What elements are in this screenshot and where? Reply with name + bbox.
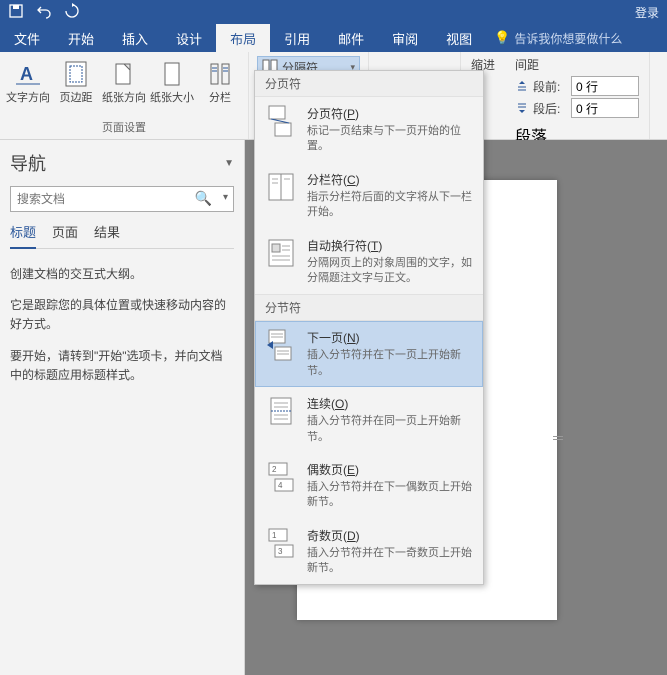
ribbon-tabs: 文件 开始 插入 设计 布局 引用 邮件 审阅 视图 💡 告诉我你想要做什么 — [0, 24, 667, 52]
item-desc: 指示分栏符后面的文字将从下一栏开始。 — [307, 190, 473, 221]
item-desc: 分隔网页上的对象周围的文字，如分隔题注文字与正文。 — [307, 256, 473, 287]
tab-review[interactable]: 审阅 — [378, 24, 432, 52]
spacing-header: 间距 — [515, 56, 639, 73]
item-title: 下一页(N) — [307, 329, 473, 346]
size-icon — [156, 58, 188, 90]
chevron-down-icon[interactable]: ▼ — [224, 158, 234, 169]
spacing-before-row: 段前: — [515, 75, 639, 97]
next-page-icon — [265, 329, 297, 361]
nav-description: 创建文档的交互式大纲。 它是跟踪您的具体位置或快速移动内容的好方式。 要开始，请… — [10, 265, 234, 397]
break-odd-page[interactable]: 13 奇数页(D) 插入分节符并在下一奇数页上开始新节。 — [255, 519, 483, 585]
tab-references[interactable]: 引用 — [270, 24, 324, 52]
nav-search: 🔍 ▾ — [10, 186, 234, 212]
tab-view[interactable]: 视图 — [432, 24, 486, 52]
break-even-page[interactable]: 24 偶数页(E) 插入分节符并在下一偶数页上开始新节。 — [255, 453, 483, 519]
odd-page-icon: 13 — [265, 527, 297, 559]
item-desc: 标记一页结束与下一页开始的位置。 — [307, 124, 473, 155]
item-desc: 插入分节符并在下一偶数页上开始新节。 — [307, 480, 473, 511]
svg-text:4: 4 — [278, 481, 283, 490]
after-label: 段后: — [533, 100, 567, 117]
item-desc: 插入分节符并在同一页上开始新节。 — [307, 414, 473, 445]
save-icon[interactable] — [8, 3, 24, 22]
item-title: 奇数页(D) — [307, 527, 473, 544]
margins-button[interactable]: 页边距 — [54, 56, 98, 117]
nav-tab-headings[interactable]: 标题 — [10, 222, 36, 249]
sign-in-label[interactable]: 登录 — [635, 4, 659, 21]
page-setup-group-label: 页面设置 — [6, 117, 242, 139]
before-label: 段前: — [533, 78, 567, 95]
bulb-icon: 💡 — [494, 30, 510, 46]
svg-text:1: 1 — [272, 531, 277, 540]
text-direction-icon: A — [12, 58, 44, 90]
nav-tabs: 标题 页面 结果 — [10, 222, 234, 249]
svg-text:A: A — [20, 64, 33, 84]
margins-icon — [60, 58, 92, 90]
break-text-wrap[interactable]: 自动换行符(T) 分隔网页上的对象周围的文字，如分隔题注文字与正文。 — [255, 229, 483, 295]
group-spacing: 间距 段前: 段后: 段落 — [505, 52, 650, 139]
spacing-after-row: 段后: — [515, 97, 639, 119]
continuous-icon — [265, 395, 297, 427]
item-title: 自动换行符(T) — [307, 237, 473, 254]
spacing-after-icon — [515, 101, 529, 115]
tab-home[interactable]: 开始 — [54, 24, 108, 52]
tell-me-label: 告诉我你想要做什么 — [514, 30, 622, 47]
item-title: 分页符(P) — [307, 105, 473, 122]
page-break-icon — [265, 105, 297, 137]
tab-layout[interactable]: 布局 — [216, 24, 270, 52]
break-continuous[interactable]: 连续(O) 插入分节符并在同一页上开始新节。 — [255, 387, 483, 453]
navigation-pane: 导航 ▼ 🔍 ▾ 标题 页面 结果 创建文档的交互式大纲。 它是跟踪您的具体位置… — [0, 140, 245, 675]
columns-icon — [204, 58, 236, 90]
item-title: 分栏符(C) — [307, 171, 473, 188]
spacing-before-input[interactable] — [571, 76, 639, 96]
dropdown-section-page-breaks: 分页符 — [255, 71, 483, 97]
columns-button[interactable]: 分栏 — [198, 56, 242, 117]
tab-mailings[interactable]: 邮件 — [324, 24, 378, 52]
item-title: 偶数页(E) — [307, 461, 473, 478]
text-direction-button[interactable]: A 文字方向 — [6, 56, 50, 117]
text-wrap-icon — [265, 237, 297, 269]
tab-insert[interactable]: 插入 — [108, 24, 162, 52]
nav-tab-pages[interactable]: 页面 — [52, 222, 78, 248]
svg-text:3: 3 — [278, 547, 283, 556]
tab-design[interactable]: 设计 — [162, 24, 216, 52]
breaks-dropdown: 分页符 分页符(P) 标记一页结束与下一页开始的位置。 分栏符(C) 指示分栏符… — [254, 70, 484, 585]
group-page-setup: A 文字方向 页边距 纸张方向 纸张大小 — [0, 52, 249, 139]
redo-icon[interactable] — [64, 3, 80, 22]
column-break-icon — [265, 171, 297, 203]
nav-title: 导航 — [10, 150, 46, 176]
item-desc: 插入分节符并在下一页上开始新节。 — [307, 348, 473, 379]
search-icon[interactable]: 🔍 — [195, 190, 212, 207]
dropdown-section-section-breaks: 分节符 — [255, 294, 483, 321]
nav-title-row: 导航 ▼ — [10, 150, 234, 176]
orientation-icon — [108, 58, 140, 90]
break-next-page[interactable]: 下一页(N) 插入分节符并在下一页上开始新节。 — [255, 321, 483, 387]
break-page[interactable]: 分页符(P) 标记一页结束与下一页开始的位置。 — [255, 97, 483, 163]
orientation-button[interactable]: 纸张方向 — [102, 56, 146, 117]
spacing-after-input[interactable] — [571, 98, 639, 118]
break-column[interactable]: 分栏符(C) 指示分栏符后面的文字将从下一栏开始。 — [255, 163, 483, 229]
svg-text:2: 2 — [272, 465, 277, 474]
size-button[interactable]: 纸张大小 — [150, 56, 194, 117]
spacing-before-icon — [515, 79, 529, 93]
column-mark — [553, 436, 563, 440]
nav-tab-results[interactable]: 结果 — [94, 222, 120, 248]
undo-icon[interactable] — [36, 3, 52, 22]
tell-me[interactable]: 💡 告诉我你想要做什么 — [486, 24, 622, 52]
title-bar: 登录 — [0, 0, 667, 24]
item-title: 连续(O) — [307, 395, 473, 412]
chevron-down-icon[interactable]: ▾ — [223, 192, 228, 203]
even-page-icon: 24 — [265, 461, 297, 493]
item-desc: 插入分节符并在下一奇数页上开始新节。 — [307, 546, 473, 577]
tab-file[interactable]: 文件 — [0, 24, 54, 52]
